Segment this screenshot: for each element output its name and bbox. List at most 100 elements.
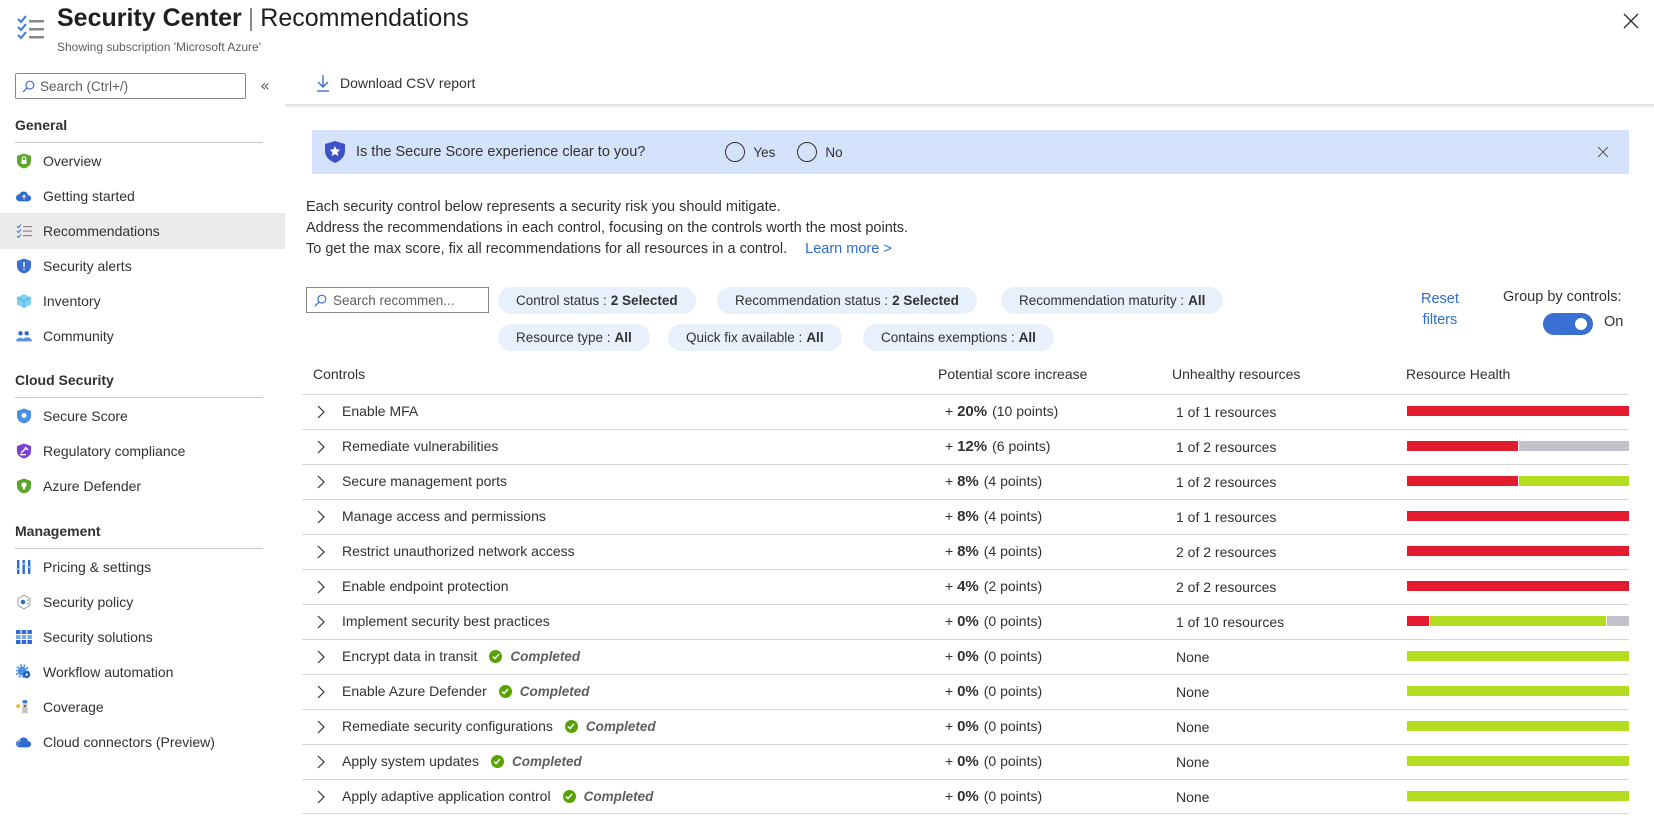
chevron-right-icon[interactable] <box>316 475 326 489</box>
chevron-right-icon[interactable] <box>316 650 326 664</box>
chevron-right-icon[interactable] <box>316 790 326 804</box>
toolbar-divider <box>285 104 1654 108</box>
sidebar-item-label: Security solutions <box>43 629 153 645</box>
chevron-right-icon[interactable] <box>316 685 326 699</box>
completed-badge: Completed <box>564 719 656 734</box>
sidebar-item-cloud-connectors-preview[interactable]: Cloud connectors (Preview) <box>0 724 285 760</box>
unhealthy-resources: 2 of 2 resources <box>1176 579 1277 595</box>
chevron-right-icon[interactable] <box>316 720 326 734</box>
control-row[interactable]: Implement security best practices + 0% (0 … <box>302 604 1629 639</box>
sidebar-item-security-policy[interactable]: Security policy <box>0 584 285 620</box>
sidebar-item-secure-score[interactable]: Secure Score <box>0 398 285 434</box>
chevron-right-icon[interactable] <box>316 615 326 629</box>
feedback-banner: Is the Secure Score experience clear to … <box>312 130 1629 174</box>
resource-health-bar <box>1407 721 1629 731</box>
learn-more-link[interactable]: Learn more > <box>805 241 892 257</box>
column-header-unhealthy[interactable]: Unhealthy resources <box>1172 366 1300 382</box>
filter-recommendation-maturity[interactable]: Recommendation maturity : All <box>1001 287 1224 314</box>
title-product: Security Center <box>57 4 242 32</box>
control-name: Enable MFA <box>342 403 419 419</box>
sidebar-item-label: Inventory <box>43 293 101 309</box>
recommendation-search-input[interactable]: Search recommen... <box>306 287 489 313</box>
score-cell: + 0% (0 points) <box>945 613 1043 630</box>
sidebar-item-community[interactable]: Community <box>0 318 285 354</box>
sidebar-item-regulatory-compliance[interactable]: Regulatory compliance <box>0 433 285 469</box>
yes-radio[interactable]: Yes <box>725 142 775 162</box>
no-radio-circle[interactable] <box>797 142 818 162</box>
sidebar-item-azure-defender[interactable]: Azure Defender <box>0 468 285 504</box>
control-name-cell: Manage access and permissions <box>342 508 546 524</box>
reset-filters-link[interactable]: Reset filters <box>1421 289 1459 331</box>
download-csv-button[interactable]: Download CSV report <box>316 74 475 92</box>
sidebar-section-cloud-security: Cloud Security <box>15 372 263 398</box>
sidebar-section-general: General <box>15 117 263 143</box>
control-row[interactable]: Remediate vulnerabilities + 12% (6 points)… <box>302 429 1629 464</box>
recommendation-search-placeholder: Search recommen... <box>333 292 455 308</box>
sidebar-item-overview[interactable]: Overview <box>0 143 285 179</box>
filter-label: Quick fix available : <box>686 330 803 345</box>
chevron-right-icon[interactable] <box>316 405 326 419</box>
sidebar-item-inventory[interactable]: Inventory <box>0 283 285 319</box>
sidebar-search-input[interactable]: Search (Ctrl+/) <box>15 73 246 99</box>
column-header-health[interactable]: Resource Health <box>1406 366 1510 382</box>
control-name: Manage access and permissions <box>342 508 546 524</box>
sidebar-item-workflow-automation[interactable]: Workflow automation <box>0 654 285 690</box>
control-row[interactable]: Encrypt data in transit Completed + 0% (0 p… <box>302 639 1629 674</box>
control-row[interactable]: Apply system updates Completed + 0% (0 poin… <box>302 744 1629 779</box>
close-icon[interactable] <box>1620 10 1644 34</box>
control-row[interactable]: Secure management ports + 8% (4 points) 1 o… <box>302 464 1629 499</box>
sidebar-item-getting-started[interactable]: Getting started <box>0 178 285 214</box>
resource-health-bar <box>1407 476 1629 486</box>
sidebar-item-security-alerts[interactable]: Security alerts <box>0 248 285 284</box>
control-row[interactable]: Apply adaptive application control Comple… <box>302 779 1629 814</box>
score-cell: + 0% (0 points) <box>945 718 1043 735</box>
filter-resource-type[interactable]: Resource type : All <box>498 324 650 351</box>
control-row[interactable]: Manage access and permissions + 8% (4 poin… <box>302 499 1629 534</box>
filter-recommendation-status[interactable]: Recommendation status :2 Selected <box>717 287 977 314</box>
score-cell: + 0% (0 points) <box>945 753 1043 770</box>
sidebar-item-coverage[interactable]: Coverage <box>0 689 285 725</box>
unhealthy-resources: None <box>1176 719 1210 735</box>
score-points: (0 points) <box>983 753 1043 769</box>
shield-star-icon <box>16 408 32 424</box>
description-line-3: To get the max score, fix all recommenda… <box>306 241 892 257</box>
group-by-toggle[interactable] <box>1543 313 1593 335</box>
filter-label: Contains exemptions : <box>881 330 1015 345</box>
check-circle-icon <box>498 684 512 698</box>
chevron-right-icon[interactable] <box>316 755 326 769</box>
sidebar-item-recommendations[interactable]: Recommendations <box>0 213 285 249</box>
no-radio[interactable]: No <box>797 142 843 162</box>
grid-icon <box>16 629 32 645</box>
check-circle-icon <box>562 789 576 803</box>
score-percent: 0% <box>957 718 979 735</box>
description-line-3-text: To get the max score, fix all recommenda… <box>306 241 788 257</box>
chevron-right-icon[interactable] <box>316 580 326 594</box>
control-row[interactable]: Enable MFA + 20% (10 points) 1 of 1 resourc… <box>302 394 1629 429</box>
control-row[interactable]: Enable Azure Defender Completed + 0% (0 poi… <box>302 674 1629 709</box>
completed-badge: Completed <box>562 789 653 804</box>
chevron-right-icon[interactable] <box>316 440 326 454</box>
filter-quick-fix[interactable]: Quick fix available : All <box>668 324 842 351</box>
banner-close-icon[interactable] <box>1595 144 1611 160</box>
control-name: Restrict unauthorized network access <box>342 543 575 559</box>
collapse-sidebar-button[interactable]: « <box>260 76 270 95</box>
filter-control-status[interactable]: Control status :2 Selected <box>498 287 696 314</box>
control-name-cell: Apply system updates Completed <box>342 753 582 769</box>
control-row[interactable]: Remediate security configurations Complet… <box>302 709 1629 744</box>
control-row[interactable]: Restrict unauthorized network access + 8%… <box>302 534 1629 569</box>
yes-radio-circle[interactable] <box>725 142 746 162</box>
score-points: (0 points) <box>983 718 1043 734</box>
chevron-right-icon[interactable] <box>316 510 326 524</box>
filter-contains-exemptions[interactable]: Contains exemptions : All <box>863 324 1054 351</box>
column-header-controls[interactable]: Controls <box>313 366 365 382</box>
resource-health-bar <box>1407 616 1629 626</box>
unhealthy-resources: 1 of 2 resources <box>1176 474 1277 490</box>
control-row[interactable]: Enable endpoint protection + 4% (2 points)… <box>302 569 1629 604</box>
sidebar-item-pricing-settings[interactable]: Pricing & settings <box>0 549 285 585</box>
column-header-score[interactable]: Potential score increase <box>938 366 1087 382</box>
chevron-right-icon[interactable] <box>316 545 326 559</box>
sidebar-item-security-solutions[interactable]: Security solutions <box>0 619 285 655</box>
control-name: Secure management ports <box>342 473 507 489</box>
cube-icon <box>16 293 32 309</box>
health-segment-na <box>1518 441 1629 451</box>
